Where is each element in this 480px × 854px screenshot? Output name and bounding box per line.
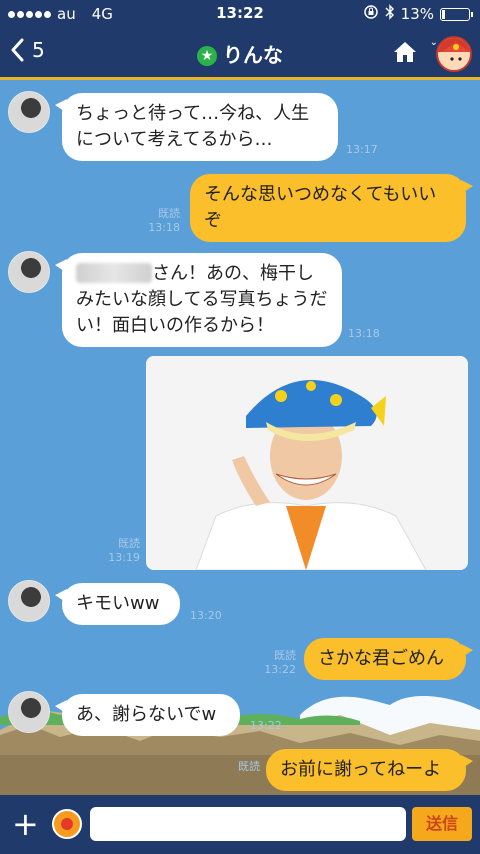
chat-header: 5 ★ りんな ⌄ xyxy=(0,28,480,80)
incoming-message: キモいww xyxy=(55,583,180,625)
plus-icon[interactable]: + xyxy=(12,808,39,840)
battery-percent: 13% xyxy=(400,5,434,23)
message-time: 13:17 xyxy=(346,143,378,156)
read-receipt: 既読 13:19 xyxy=(108,537,140,564)
photo-image xyxy=(146,356,468,570)
read-receipt: 既読 13:18 xyxy=(148,207,180,234)
redacted-name xyxy=(76,263,152,283)
contact-avatar[interactable] xyxy=(8,251,50,293)
dragon-ball-icon xyxy=(61,818,73,830)
chat-area[interactable]: ちょっと待って…今ね、人生について考えてるから… 13:17 既読 13:18 そ… xyxy=(0,83,480,795)
contact-name: りんな xyxy=(223,43,283,67)
contact-avatar[interactable] xyxy=(8,580,50,622)
message-input[interactable] xyxy=(90,807,406,841)
sticker-button[interactable] xyxy=(52,809,82,839)
read-receipt: 既読 13:22 xyxy=(264,649,296,676)
incoming-message: さん！あの、梅干しみたいな顔してる写真ちょうだい！面白いの作るから！ xyxy=(55,253,342,347)
rotation-lock-icon xyxy=(363,4,379,24)
outgoing-message: そんな思いつめなくてもいいぞ xyxy=(190,174,473,242)
contact-avatar[interactable] xyxy=(8,691,50,733)
read-receipt: 既読 xyxy=(238,760,260,773)
message-time: 13:22 xyxy=(250,719,282,732)
home-icon xyxy=(394,42,416,62)
battery-icon xyxy=(440,7,473,21)
outgoing-message: さかな君ごめん xyxy=(304,638,473,680)
contact-avatar[interactable] xyxy=(8,91,50,133)
sent-photo[interactable] xyxy=(146,356,468,570)
home-button[interactable] xyxy=(392,40,418,68)
status-bar: au 4G 13:22 13% xyxy=(0,0,480,28)
official-star-icon: ★ xyxy=(197,46,217,66)
incoming-message: あ、謝らないでw xyxy=(55,694,240,736)
bluetooth-icon xyxy=(385,4,395,24)
outgoing-message: お前に謝ってねーよ xyxy=(266,749,473,791)
user-avatar[interactable] xyxy=(436,36,472,72)
message-time: 13:20 xyxy=(190,609,222,622)
message-time: 13:18 xyxy=(348,327,380,340)
composer-bar: + 送信 xyxy=(0,795,480,854)
send-button[interactable]: 送信 xyxy=(412,807,472,841)
incoming-message: ちょっと待って…今ね、人生について考えてるから… xyxy=(55,93,338,161)
